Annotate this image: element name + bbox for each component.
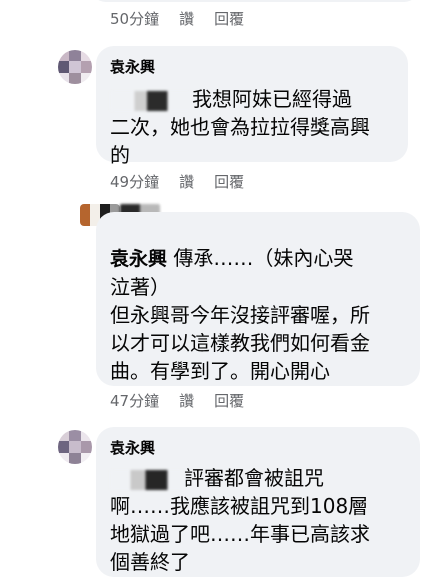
redacted-mention — [110, 469, 184, 490]
comment-line: 傳承……（妹內心哭 — [173, 246, 354, 270]
timestamp[interactable]: 49分鐘 — [110, 171, 159, 192]
comment-line: 泣著） — [110, 275, 170, 299]
comment-bubble: 袁永興 我想阿妹已經得過 二次，她也會為拉拉得獎高興 的 — [96, 46, 408, 167]
comment-author[interactable]: 袁永興 — [110, 437, 408, 458]
comment-line: 的 — [110, 143, 130, 167]
previous-comment-bubble — [90, 0, 420, 2]
avatar[interactable] — [58, 50, 92, 84]
timestamp[interactable]: 47分鐘 — [110, 390, 159, 411]
comment-bubble: 袁永興 傳承……（妹內心哭 泣著） 但永興哥今年沒接評審喔，所 以才可以這樣教我… — [96, 212, 420, 386]
comment-text: 評審都會被詛咒 啊……我應該被詛咒到108層 地獄過了吧……年事已高該求 個善終… — [110, 464, 408, 576]
comment-author[interactable]: 袁永興 — [110, 56, 396, 77]
comment-text: 我想阿妹已經得過 二次，她也會為拉拉得獎高興 的 — [110, 85, 396, 169]
like-button[interactable]: 讚 — [179, 8, 194, 29]
comment-line: 個善終了 — [110, 550, 190, 574]
comment-line: 評審都會被詛咒 — [184, 466, 324, 490]
comment-bubble: 袁永興 評審都會被詛咒 啊……我應該被詛咒到108層 地獄過了吧……年事已高該求… — [96, 427, 420, 577]
comment-line: 但永興哥今年沒接評審喔，所 — [110, 303, 370, 327]
comment-line: 啊……我應該被詛咒到108層 — [110, 494, 369, 518]
comment-text: 袁永興 傳承……（妹內心哭 泣著） 但永興哥今年沒接評審喔，所 以才可以這樣教我… — [110, 244, 408, 385]
reply-button[interactable]: 回覆 — [214, 8, 244, 29]
comment-line: 以才可以這樣教我們如何看金 — [110, 331, 370, 355]
reply-button[interactable]: 回覆 — [214, 171, 244, 192]
comment-line: 我想阿妹已經得過 — [192, 87, 352, 111]
redacted-mention — [110, 90, 192, 111]
like-button[interactable]: 讚 — [179, 390, 194, 411]
comment-actions: 49分鐘 讚 回覆 — [110, 171, 244, 192]
comment-line: 地獄過了吧……年事已高該求 — [110, 522, 370, 546]
reply-button[interactable]: 回覆 — [214, 390, 244, 411]
comment-line: 曲。有學到了。開心開心 — [110, 359, 330, 383]
comment-actions: 47分鐘 讚 回覆 — [110, 390, 244, 411]
comment-line: 二次，她也會為拉拉得獎高興 — [110, 115, 370, 139]
timestamp[interactable]: 50分鐘 — [110, 8, 159, 29]
like-button[interactable]: 讚 — [179, 171, 194, 192]
comment-author[interactable]: 袁永興 — [110, 248, 167, 270]
comment-actions-top: 50分鐘 讚 回覆 — [110, 8, 244, 29]
avatar[interactable] — [58, 430, 92, 464]
